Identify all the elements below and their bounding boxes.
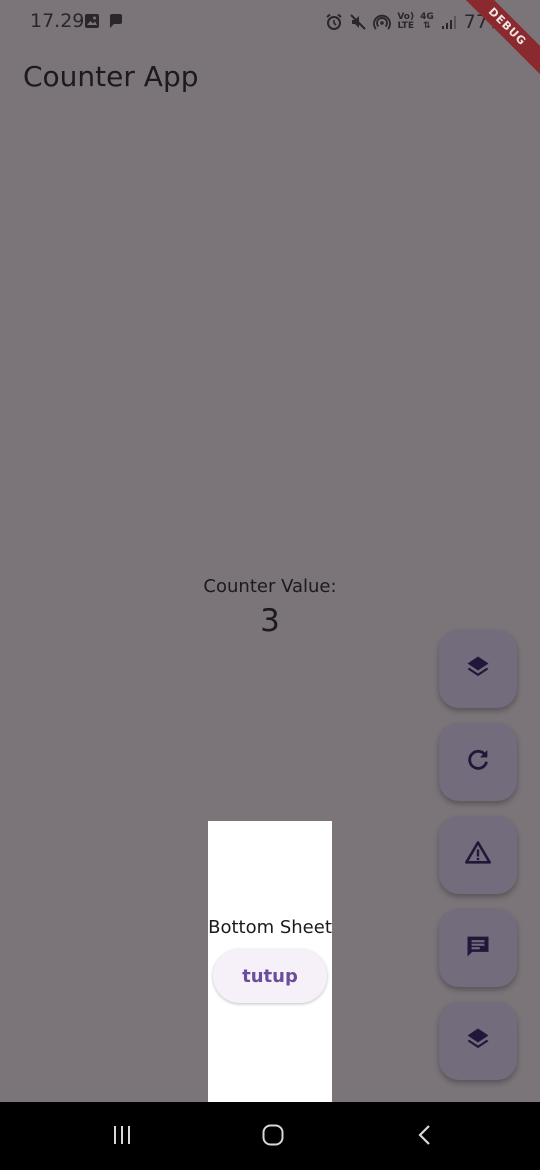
warning-icon bbox=[464, 839, 492, 871]
refresh-icon bbox=[464, 746, 492, 778]
back-button[interactable] bbox=[408, 1120, 442, 1154]
home-button[interactable] bbox=[256, 1120, 290, 1154]
message-icon bbox=[464, 932, 492, 964]
bottom-sheet-title: Bottom Sheet bbox=[208, 917, 332, 938]
battery-percentage: 77% bbox=[463, 11, 506, 33]
app-bar-title: Counter App bbox=[23, 60, 199, 93]
mute-icon bbox=[349, 13, 367, 31]
warning-fab-button[interactable] bbox=[439, 816, 517, 894]
refresh-fab-button[interactable] bbox=[439, 723, 517, 801]
back-icon bbox=[413, 1123, 437, 1151]
screen: 17.29 Vo) LTE 4G ⇅ 77% DEBUG Counter App… bbox=[0, 0, 540, 1170]
signal-icon bbox=[440, 13, 458, 31]
counter-label: Counter Value: bbox=[203, 576, 337, 597]
alarm-icon bbox=[325, 13, 343, 31]
recents-button[interactable] bbox=[105, 1120, 139, 1154]
network-type-indicator: 4G ⇅ bbox=[420, 12, 434, 31]
layers-fab-button[interactable] bbox=[439, 630, 517, 708]
status-icons: Vo) LTE 4G ⇅ 77% bbox=[325, 10, 506, 34]
chat-notification-icon bbox=[108, 13, 124, 29]
home-icon bbox=[261, 1123, 285, 1151]
navigation-bar bbox=[0, 1102, 540, 1170]
close-sheet-button[interactable]: tutup bbox=[213, 949, 327, 1003]
layers-icon bbox=[464, 1025, 492, 1057]
layers-icon bbox=[464, 653, 492, 685]
gallery-notification-icon bbox=[84, 13, 100, 29]
data-arrows-icon: ⇅ bbox=[423, 21, 431, 31]
hotspot-icon bbox=[373, 13, 392, 31]
recents-icon bbox=[110, 1123, 134, 1151]
volte-indicator: Vo) LTE bbox=[397, 12, 415, 31]
status-time: 17.29 bbox=[30, 10, 85, 32]
status-bar: 17.29 Vo) LTE 4G ⇅ 77% bbox=[0, 0, 540, 44]
bottom-sheet: Bottom Sheet tutup bbox=[208, 821, 332, 1102]
message-fab-button[interactable] bbox=[439, 909, 517, 987]
layers-fab-button-2[interactable] bbox=[439, 1002, 517, 1080]
